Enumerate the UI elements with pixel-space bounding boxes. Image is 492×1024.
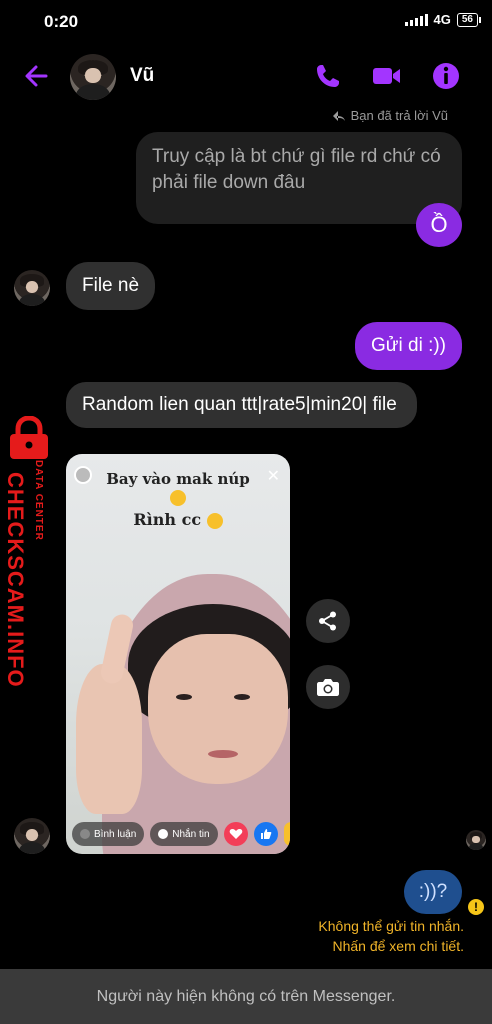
contact-avatar[interactable] (70, 54, 116, 100)
error-text[interactable]: Không thể gửi tin nhắn. (318, 918, 464, 934)
info-icon[interactable] (430, 60, 462, 92)
emoji-icon (170, 490, 186, 506)
reply-arrow-icon (332, 110, 345, 121)
failed-message[interactable]: :))? (404, 870, 462, 914)
camera-icon (317, 679, 339, 696)
warning-icon[interactable]: ! (468, 899, 484, 915)
video-camera-icon[interactable] (370, 60, 402, 92)
phone-icon[interactable] (312, 60, 344, 92)
share-icon (319, 611, 336, 631)
story-action-bar: Bình luận Nhắn tin (66, 814, 290, 854)
signal-icon (404, 13, 428, 26)
seen-avatar (466, 830, 486, 850)
story-caption: Rình cc (133, 510, 202, 529)
received-message[interactable]: File nè (66, 262, 156, 310)
emoji-icon (283, 822, 290, 846)
network-type: 4G (433, 12, 451, 27)
contact-name[interactable]: Vũ (130, 65, 154, 87)
emoji-icon (206, 512, 223, 529)
share-button[interactable] (306, 599, 350, 643)
chat-header: Vũ (0, 46, 492, 106)
comment-pill: Bình luận (72, 822, 145, 846)
battery-indicator: 56 (456, 12, 482, 27)
watermark-sub: DATA CENTER (33, 460, 44, 541)
error-detail-link[interactable]: Nhấn để xem chi tiết. (332, 938, 464, 954)
back-arrow-icon[interactable] (20, 60, 52, 92)
contact-avatar-small[interactable] (14, 270, 50, 306)
quoted-message[interactable]: Truy cập là bt chứ gì file rd chứ có phả… (136, 132, 462, 224)
story-caption: Bay vào mak núp (106, 470, 250, 488)
reply-info: Bạn đã trả lời Vũ (332, 108, 448, 123)
watermark-brand: CHECKSCAM.INFO (3, 472, 28, 688)
shared-photo[interactable]: ✕ Bay vào mak núp Rình cc Bình luận Nhắn… (66, 454, 290, 854)
save-photo-button[interactable] (306, 665, 350, 709)
unavailable-banner: Người này hiện không có trên Messenger. (0, 969, 492, 1024)
status-time: 0:20 (44, 12, 79, 31)
contact-avatar-small[interactable] (14, 818, 50, 854)
messenger-pill: Nhắn tin (150, 822, 218, 846)
sent-message[interactable]: Ồ (416, 203, 462, 247)
like-icon (253, 822, 278, 846)
received-message[interactable]: Random lien quan ttt|rate5|min20| file (66, 382, 417, 428)
heart-icon (223, 822, 248, 846)
status-bar: 0:20 4G 56 (0, 0, 492, 42)
reply-info-text: Bạn đã trả lời Vũ (350, 108, 448, 123)
lock-icon (10, 416, 48, 459)
sent-message[interactable]: Gửi di :)) (355, 322, 462, 370)
watermark: CHECKSCAM.INFO DATA CENTER (2, 412, 56, 688)
